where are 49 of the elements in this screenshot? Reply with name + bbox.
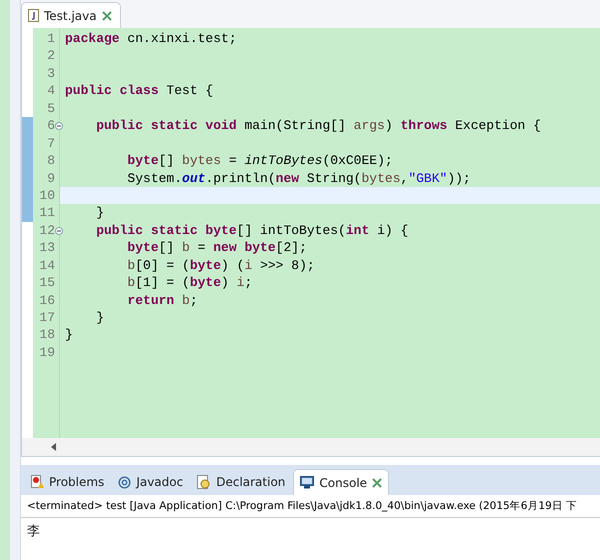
code-line: } (95, 310, 104, 325)
view-tab[interactable]: Console (293, 469, 390, 495)
code-line: } (95, 205, 104, 220)
line-number: 6 (47, 118, 55, 134)
line-number: 4 (47, 83, 55, 98)
code-line: byte[] bytes = intToBytes(0xC0EE); (126, 153, 393, 168)
code-line: return b; (126, 292, 198, 308)
view-tab[interactable]: Declaration (191, 469, 292, 495)
horizontal-scrollbar[interactable] (21, 438, 600, 456)
close-icon[interactable] (102, 10, 112, 20)
line-number: 2 (47, 48, 55, 64)
line-number: 14 (39, 258, 55, 273)
collapse-icon[interactable] (55, 226, 63, 235)
line-number: 8 (47, 153, 55, 168)
scroll-left-icon[interactable] (51, 443, 56, 451)
code-line: b[1] = (byte) i; (126, 275, 252, 290)
line-number: 12 (39, 222, 55, 238)
console-output: 李 (26, 522, 41, 541)
code-line: byte[] b = new byte[2]; (126, 240, 307, 256)
line-number: 13 (39, 240, 55, 256)
code-line: package cn.xinxi.test; (65, 31, 237, 46)
line-number: 3 (47, 66, 55, 81)
console-header: <terminated> test [Java Application] C:\Program Files\Java\jdk1.8.0_40\bin\javaw.exe (2015年6月19日 下 (21, 495, 600, 518)
line-number: 10 (39, 188, 55, 203)
code-line: } (65, 327, 73, 342)
line-number: 15 (39, 275, 55, 290)
line-number: 1 (47, 31, 55, 46)
line-number: 11 (39, 205, 55, 220)
code-line: public static void main(String[] args) throws Exception { (95, 118, 541, 134)
line-number: 19 (39, 344, 55, 360)
declaration-icon (197, 474, 212, 490)
monitor-icon (300, 476, 314, 489)
line-number: 7 (47, 136, 55, 151)
line-number: 17 (39, 310, 55, 325)
line-number: 9 (47, 170, 55, 186)
line-number: 18 (39, 327, 55, 342)
code-line: public class Test { (65, 83, 214, 98)
code-line: System.out.println(new String(bytes,"GBK")); (126, 170, 471, 186)
code-line: b[0] = (byte) (i >>> 8); (126, 258, 315, 273)
editor-tab[interactable]: Test.java (21, 2, 121, 28)
java-file-icon (28, 9, 39, 22)
collapse-icon[interactable] (55, 122, 63, 130)
close-icon[interactable] (372, 478, 382, 488)
problems-icon (31, 475, 44, 489)
view-tab[interactable]: Problems (25, 469, 110, 495)
code-line: public static byte[] intToBytes(int i) { (95, 222, 408, 238)
view-tab[interactable]: Javadoc (112, 469, 190, 495)
line-number: 16 (39, 292, 55, 308)
line-number: 5 (47, 100, 55, 116)
